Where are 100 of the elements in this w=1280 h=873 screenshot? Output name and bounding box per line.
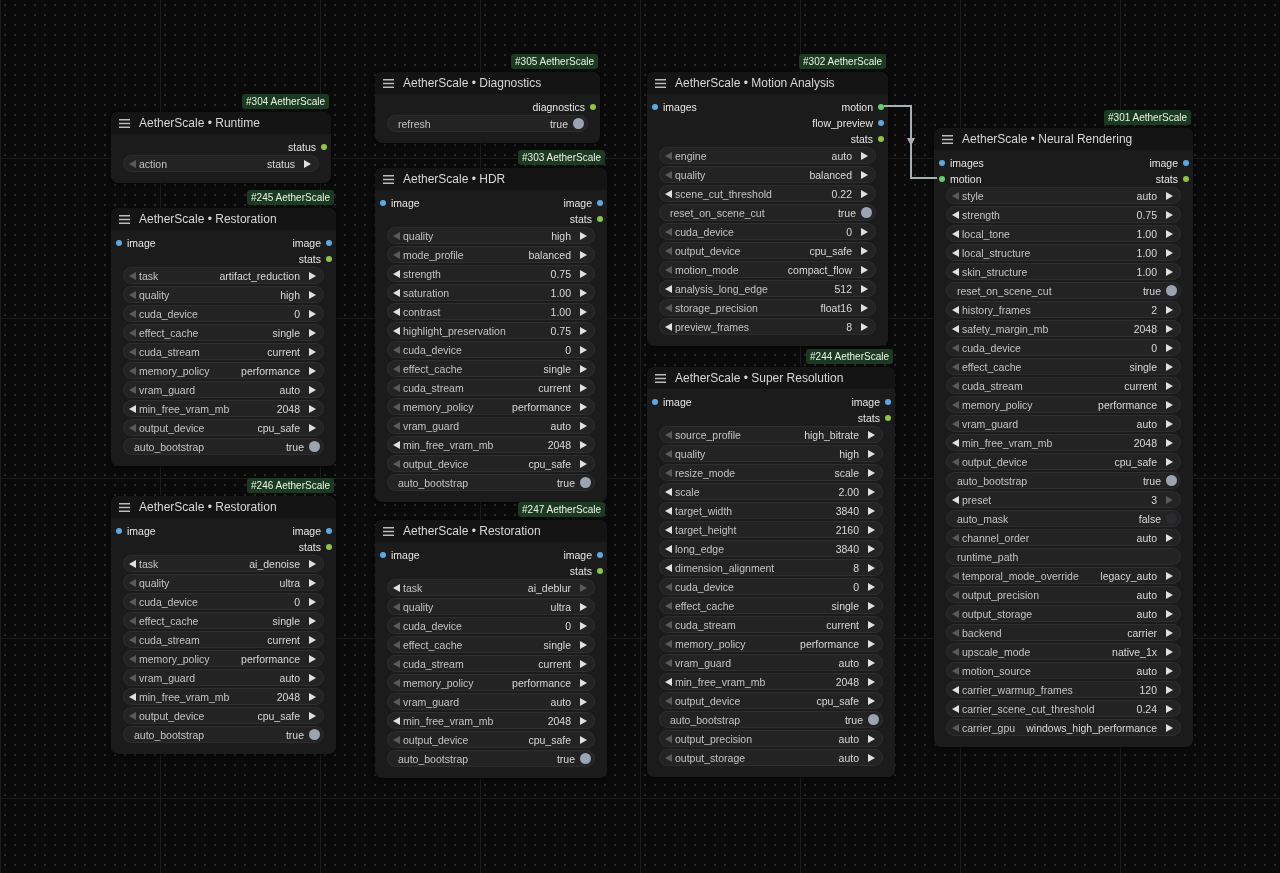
right-arrow-icon[interactable] — [1166, 381, 1173, 390]
right-arrow-icon[interactable] — [861, 322, 868, 331]
right-arrow-icon[interactable] — [580, 345, 587, 354]
right-arrow-icon[interactable] — [309, 673, 316, 682]
combo-widget[interactable]: long_edge 3840 — [659, 540, 883, 557]
menu-icon[interactable] — [655, 373, 666, 383]
input-slot-dot[interactable] — [116, 528, 122, 534]
right-arrow-icon[interactable] — [1166, 609, 1173, 618]
combo-widget[interactable]: local_tone 1.00 — [946, 225, 1181, 242]
combo-widget[interactable]: memory_policy performance — [123, 650, 324, 667]
node-title-bar[interactable]: AetherScale • Motion Analysis — [647, 72, 888, 94]
left-arrow-icon[interactable] — [952, 210, 959, 219]
right-arrow-icon[interactable] — [1166, 647, 1173, 656]
right-arrow-icon[interactable] — [868, 525, 875, 534]
output-slot-dot[interactable] — [597, 568, 603, 574]
combo-widget[interactable]: storage_precision float16 — [659, 299, 876, 316]
right-arrow-icon[interactable] — [1166, 229, 1173, 238]
combo-widget[interactable]: resize_mode scale — [659, 464, 883, 481]
combo-widget[interactable]: history_frames 2 — [946, 301, 1181, 318]
right-arrow-icon[interactable] — [868, 582, 875, 591]
combo-widget[interactable]: quality balanced — [659, 166, 876, 183]
combo-widget[interactable]: effect_cache single — [387, 636, 595, 653]
combo-widget[interactable]: output_storage auto — [946, 605, 1181, 622]
combo-widget[interactable]: output_device cpu_safe — [946, 453, 1181, 470]
right-arrow-icon[interactable] — [580, 697, 587, 706]
left-arrow-icon[interactable] — [952, 438, 959, 447]
combo-widget[interactable]: effect_cache single — [659, 597, 883, 614]
combo-widget[interactable]: task ai_denoise — [123, 555, 324, 572]
node-title-bar[interactable]: AetherScale • Runtime — [111, 112, 331, 134]
right-arrow-icon[interactable] — [1166, 457, 1173, 466]
toggle-knob[interactable] — [309, 729, 320, 740]
combo-widget[interactable]: memory_policy performance — [123, 362, 324, 379]
right-arrow-icon[interactable] — [1166, 666, 1173, 675]
toggle-widget[interactable]: auto_bootstrap true — [123, 726, 324, 743]
combo-widget[interactable]: task artifact_reduction — [123, 267, 324, 284]
left-arrow-icon[interactable] — [952, 229, 959, 238]
combo-widget[interactable]: cuda_device 0 — [946, 339, 1181, 356]
combo-widget[interactable]: mode_profile balanced — [387, 246, 595, 263]
left-arrow-icon[interactable] — [665, 487, 672, 496]
left-arrow-icon[interactable] — [952, 267, 959, 276]
combo-widget[interactable]: quality ultra — [387, 598, 595, 615]
combo-widget[interactable]: dimension_alignment 8 — [659, 559, 883, 576]
left-arrow-icon[interactable] — [665, 189, 672, 198]
toggle-widget[interactable]: reset_on_scene_cut true — [946, 282, 1181, 299]
right-arrow-icon[interactable] — [1166, 685, 1173, 694]
input-slot-dot[interactable] — [380, 552, 386, 558]
input-slot-dot[interactable] — [652, 104, 658, 110]
combo-widget[interactable]: quality ultra — [123, 574, 324, 591]
right-arrow-icon[interactable] — [309, 328, 316, 337]
combo-widget[interactable]: cuda_stream current — [123, 343, 324, 360]
toggle-widget[interactable]: auto_bootstrap true — [387, 750, 595, 767]
output-slot-dot[interactable] — [1183, 160, 1189, 166]
toggle-widget[interactable]: reset_on_scene_cut true — [659, 204, 876, 221]
output-slot-dot[interactable] — [326, 240, 332, 246]
right-arrow-icon[interactable] — [580, 602, 587, 611]
left-arrow-icon[interactable] — [393, 440, 400, 449]
combo-widget[interactable]: vram_guard auto — [123, 669, 324, 686]
left-arrow-icon[interactable] — [952, 305, 959, 314]
right-arrow-icon[interactable] — [309, 290, 316, 299]
output-slot-dot[interactable] — [326, 544, 332, 550]
right-arrow-icon[interactable] — [309, 309, 316, 318]
output-slot-dot[interactable] — [597, 200, 603, 206]
combo-widget[interactable]: upscale_mode native_1x — [946, 643, 1181, 660]
combo-widget[interactable]: quality high — [123, 286, 324, 303]
input-slot-dot[interactable] — [380, 200, 386, 206]
left-arrow-icon[interactable] — [665, 284, 672, 293]
node-title-bar[interactable]: AetherScale • Diagnostics — [375, 72, 600, 94]
combo-widget[interactable]: cuda_device 0 — [659, 578, 883, 595]
right-arrow-icon[interactable] — [868, 430, 875, 439]
right-arrow-icon[interactable] — [309, 654, 316, 663]
text-field[interactable]: runtime_path — [946, 548, 1181, 565]
combo-widget[interactable]: skin_structure 1.00 — [946, 263, 1181, 280]
right-arrow-icon[interactable] — [580, 735, 587, 744]
combo-widget[interactable]: cuda_stream current — [659, 616, 883, 633]
right-arrow-icon[interactable] — [580, 402, 587, 411]
combo-widget[interactable]: effect_cache single — [123, 324, 324, 341]
menu-icon[interactable] — [655, 78, 666, 88]
right-arrow-icon[interactable] — [1166, 571, 1173, 580]
combo-widget[interactable]: source_profile high_bitrate — [659, 426, 883, 443]
combo-widget[interactable]: carrier_gpu windows_high_performance — [946, 719, 1181, 736]
right-arrow-icon[interactable] — [1166, 324, 1173, 333]
right-arrow-icon[interactable] — [868, 506, 875, 515]
combo-widget[interactable]: engine auto — [659, 147, 876, 164]
right-arrow-icon[interactable] — [1166, 343, 1173, 352]
combo-widget[interactable]: preview_frames 8 — [659, 318, 876, 335]
toggle-widget[interactable]: auto_bootstrap true — [387, 474, 595, 491]
left-arrow-icon[interactable] — [393, 307, 400, 316]
menu-icon[interactable] — [119, 214, 130, 224]
combo-widget[interactable]: analysis_long_edge 512 — [659, 280, 876, 297]
output-slot-dot[interactable] — [321, 144, 327, 150]
input-slot-dot[interactable] — [939, 176, 945, 182]
toggle-widget[interactable]: auto_mask false — [946, 510, 1181, 527]
left-arrow-icon[interactable] — [393, 583, 400, 592]
combo-widget[interactable]: cuda_device 0 — [387, 341, 595, 358]
right-arrow-icon[interactable] — [309, 347, 316, 356]
left-arrow-icon[interactable] — [393, 716, 400, 725]
output-slot-dot[interactable] — [1183, 176, 1189, 182]
output-slot-dot[interactable] — [326, 528, 332, 534]
right-arrow-icon[interactable] — [1166, 210, 1173, 219]
menu-icon[interactable] — [942, 134, 953, 144]
